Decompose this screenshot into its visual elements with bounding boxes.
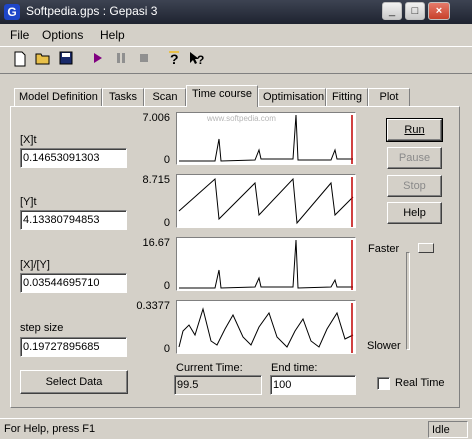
plot-x: www.softpedia.com xyxy=(176,112,356,165)
open-folder-icon[interactable] xyxy=(33,50,53,70)
variable-label-step: step size xyxy=(20,322,64,334)
menu-help[interactable]: Help xyxy=(100,28,125,42)
variable-label-x: [X]t xyxy=(20,134,37,146)
end-time-input[interactable]: 100 xyxy=(270,375,356,395)
window-title: Softpedia.gps : Gepasi 3 xyxy=(26,4,158,18)
close-button[interactable]: × xyxy=(428,2,450,20)
plot1-ymin: 0 xyxy=(163,154,170,166)
variable-label-y: [Y]t xyxy=(20,196,37,208)
variable-value-ratio[interactable]: 0.03544695710 xyxy=(20,273,127,293)
new-file-icon[interactable] xyxy=(10,50,30,70)
minimize-button[interactable]: _ xyxy=(382,2,402,20)
help-button[interactable]: Help xyxy=(387,202,442,224)
plot-step-trace xyxy=(178,307,354,348)
variable-value-x[interactable]: 0.14653091303 xyxy=(20,148,127,168)
speed-faster-label: Faster xyxy=(368,243,400,255)
plot2-ymax: 8.715 xyxy=(142,174,170,186)
tab-tasks[interactable]: Tasks xyxy=(102,88,144,106)
plot-y-trace xyxy=(178,177,354,225)
plot-ratio-trace xyxy=(179,239,353,289)
speed-slider-thumb[interactable] xyxy=(418,243,434,253)
stop-button[interactable]: Stop xyxy=(387,175,442,197)
tab-scan[interactable]: Scan xyxy=(144,88,186,106)
help-icon[interactable]: ? xyxy=(164,50,184,70)
variable-value-y[interactable]: 4.13380794853 xyxy=(20,210,127,230)
watermark: www.softpedia.com xyxy=(206,114,276,123)
plot4-ymax: 0.3377 xyxy=(136,300,170,312)
plot3-ymin: 0 xyxy=(163,280,170,292)
plot-ratio xyxy=(176,237,356,291)
pause-icon[interactable] xyxy=(111,50,131,70)
maximize-button[interactable]: □ xyxy=(405,2,425,20)
speed-slider-track[interactable] xyxy=(406,252,410,350)
end-time-label: End time: xyxy=(271,362,318,374)
variable-value-step[interactable]: 0.19727895685 xyxy=(20,337,127,357)
tab-time-course[interactable]: Time course xyxy=(186,85,258,107)
title-bar: G Softpedia.gps : Gepasi 3 _ □ × xyxy=(0,0,472,24)
tab-plot[interactable]: Plot xyxy=(368,88,410,106)
tab-optimisation[interactable]: Optimisation xyxy=(258,88,326,106)
status-state: Idle xyxy=(428,421,468,438)
svg-text:?: ? xyxy=(197,53,204,67)
svg-text:?: ? xyxy=(170,51,179,67)
plot1-ymax: 7.006 xyxy=(142,112,170,124)
menu-file[interactable]: File xyxy=(10,28,29,42)
tab-model-definition[interactable]: Model Definition xyxy=(14,88,102,106)
toolbar: ? ? xyxy=(0,46,472,74)
gepasi-app-icon: G xyxy=(4,4,20,20)
select-data-button[interactable]: Select Data xyxy=(20,370,128,394)
speed-slower-label: Slower xyxy=(367,340,401,352)
run-button[interactable]: Run xyxy=(386,118,443,142)
real-time-checkbox[interactable] xyxy=(377,377,390,390)
status-message: For Help, press F1 xyxy=(4,423,96,435)
status-bar: For Help, press F1 Idle xyxy=(0,418,472,439)
stop-icon[interactable] xyxy=(134,50,154,70)
pause-button[interactable]: Pause xyxy=(387,147,442,169)
current-time-value: 99.5 xyxy=(174,375,262,395)
save-icon[interactable] xyxy=(56,50,76,70)
menu-bar: File Options Help xyxy=(0,25,472,44)
plot2-ymin: 0 xyxy=(163,217,170,229)
plot3-ymax: 16.67 xyxy=(142,237,170,249)
tab-fitting[interactable]: Fitting xyxy=(326,88,368,106)
real-time-label: Real Time xyxy=(395,377,445,389)
plot4-ymin: 0 xyxy=(163,343,170,355)
menu-options[interactable]: Options xyxy=(42,28,83,42)
current-time-label: Current Time: xyxy=(176,362,243,374)
plot-step xyxy=(176,300,356,354)
plot-y xyxy=(176,174,356,228)
variable-label-ratio: [X]/[Y] xyxy=(20,259,50,271)
context-help-icon[interactable]: ? xyxy=(187,50,207,70)
run-icon[interactable] xyxy=(88,50,108,70)
